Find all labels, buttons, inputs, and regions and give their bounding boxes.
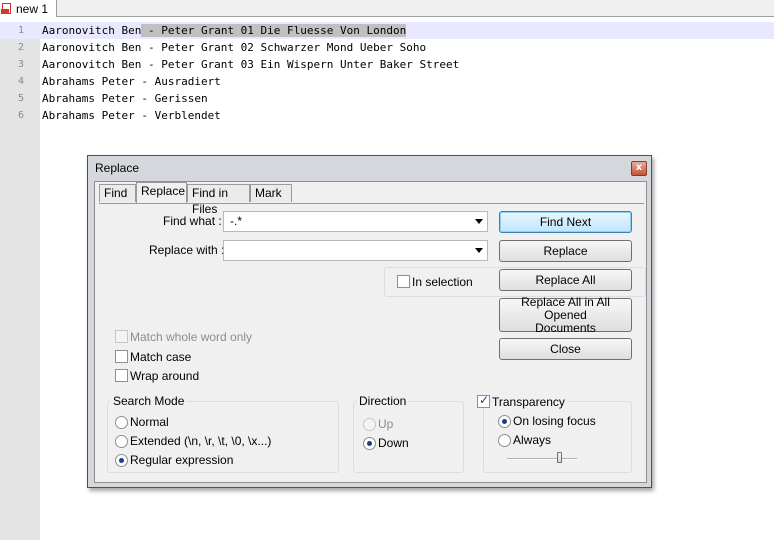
line-number: 2 [17, 42, 24, 53]
dropdown-arrow-icon[interactable] [475, 219, 483, 224]
in-selection-checkbox[interactable] [397, 275, 410, 288]
close-button[interactable]: Close [499, 338, 632, 360]
line-text: Abrahams Peter - Ausradiert [42, 75, 221, 88]
editor-line[interactable]: 2 Aaronovitch Ben - Peter Grant 02 Schwa… [0, 39, 774, 56]
wrap-around-label: Wrap around [130, 369, 200, 383]
dialog-title: Replace [95, 161, 140, 175]
tab-divider [99, 203, 644, 204]
tab-find-in-files[interactable]: Find in Files [187, 184, 250, 216]
button-label-line2: Documents [535, 320, 596, 335]
dialog-body: Find Replace Find in Files Mark Find wha… [94, 181, 647, 483]
transparency-always-label: Always [513, 433, 552, 447]
transparency-on-losing-focus-label: On losing focus [513, 414, 596, 428]
wrap-around-checkbox[interactable] [115, 369, 128, 382]
search-mode-extended-radio[interactable] [115, 435, 128, 448]
search-mode-title: Search Mode [111, 394, 187, 408]
transparency-on-losing-focus-radio[interactable] [498, 415, 511, 428]
search-mode-regex-radio[interactable] [115, 454, 128, 467]
tab-bar: new 1 [0, 0, 774, 17]
line-text: Abrahams Peter - Gerissen [42, 92, 208, 105]
match-whole-word-label: Match whole word only [130, 330, 253, 344]
tab-replace[interactable]: Replace [136, 182, 187, 203]
search-mode-normal-label: Normal [130, 415, 169, 429]
replace-all-opened-button[interactable]: Replace All in All Opened Documents [499, 294, 632, 335]
line-number: 5 [17, 93, 24, 104]
line-text: Abrahams Peter - Verblendet [42, 109, 221, 122]
editor-line[interactable]: 5 Abrahams Peter - Gerissen [0, 90, 774, 107]
button-label-line1: Replace All in All Opened [521, 294, 610, 322]
direction-title: Direction [357, 394, 409, 408]
find-what-input[interactable]: -.* [223, 211, 488, 232]
transparency-checkbox[interactable] [477, 393, 490, 408]
transparency-slider-track[interactable] [507, 458, 577, 460]
replace-dialog: Replace x Find Replace Find in Files Mar… [87, 155, 652, 488]
search-mode-normal-radio[interactable] [115, 416, 128, 429]
match-whole-word-checkbox[interactable] [115, 330, 128, 343]
unsaved-file-icon [1, 2, 13, 15]
find-what-value: -.* [230, 214, 242, 228]
replace-with-input[interactable] [223, 240, 488, 261]
tab-find[interactable]: Find [99, 184, 136, 202]
in-selection-label: In selection [412, 275, 473, 289]
line-number: 4 [17, 76, 24, 87]
line-number: 3 [17, 59, 24, 70]
editor-line[interactable]: 3 Aaronovitch Ben - Peter Grant 03 Ein W… [0, 56, 774, 73]
tab-label: new 1 [16, 1, 49, 16]
selected-text: - Peter Grant 01 Die Fluesse Von London [141, 24, 407, 37]
editor-line[interactable]: 6 Abrahams Peter - Verblendet [0, 107, 774, 124]
find-what-label: Find what : [163, 214, 222, 228]
search-mode-extended-label: Extended (\n, \r, \t, \0, \x...) [130, 434, 272, 448]
line-number: 6 [17, 110, 24, 121]
line-number: 1 [17, 25, 24, 36]
direction-down-label: Down [378, 436, 409, 450]
tab-new-1[interactable]: new 1 [0, 0, 57, 17]
line-text: Aaronovitch Ben - Peter Grant 03 Ein Wis… [42, 58, 460, 71]
close-icon[interactable]: x [631, 161, 647, 176]
transparency-slider-thumb[interactable] [556, 452, 562, 463]
line-text: Aaronovitch Ben - Peter Grant 02 Schwarz… [42, 41, 427, 54]
editor-line[interactable]: 4 Abrahams Peter - Ausradiert [0, 73, 774, 90]
direction-up-label: Up [378, 417, 394, 431]
editor-line[interactable]: 1 Aaronovitch Ben - Peter Grant 01 Die F… [0, 22, 774, 39]
direction-down-radio[interactable] [363, 437, 376, 450]
direction-up-radio[interactable] [363, 418, 376, 431]
find-next-button[interactable]: Find Next [499, 211, 632, 233]
replace-button[interactable]: Replace [499, 240, 632, 262]
match-case-label: Match case [130, 350, 192, 364]
transparency-label: Transparency [492, 395, 567, 409]
transparency-always-radio[interactable] [498, 434, 511, 447]
replace-with-label: Replace with : [149, 243, 225, 257]
search-mode-regex-label: Regular expression [130, 453, 234, 467]
tab-mark[interactable]: Mark [250, 184, 292, 202]
replace-all-button[interactable]: Replace All [499, 269, 632, 291]
match-case-checkbox[interactable] [115, 350, 128, 363]
dropdown-arrow-icon[interactable] [475, 248, 483, 253]
line-text: Aaronovitch Ben - Peter Grant 01 Die Flu… [42, 24, 407, 37]
